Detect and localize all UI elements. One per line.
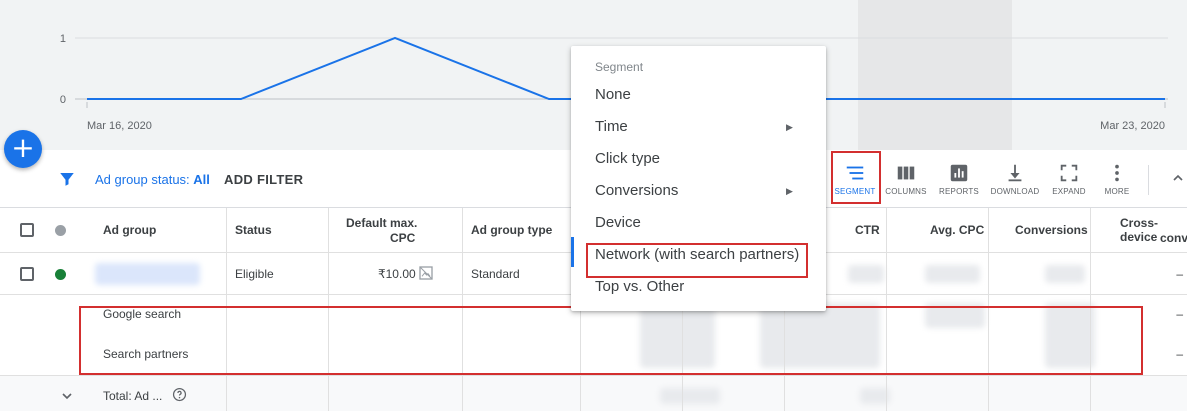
- menu-item-time[interactable]: Time: [595, 118, 628, 135]
- col-default-cpc-line1[interactable]: Default max.: [346, 216, 417, 230]
- total-row: Total: Ad ...: [0, 376, 1187, 411]
- expand-button[interactable]: EXPAND: [1043, 162, 1095, 196]
- more-label: MORE: [1104, 187, 1130, 196]
- total-redacted-1: [660, 388, 720, 404]
- x-tick-start: Mar 16, 2020: [87, 120, 152, 132]
- reports-icon: [950, 164, 968, 182]
- col-status[interactable]: Status: [235, 223, 272, 237]
- plus-icon: +: [11, 131, 35, 164]
- menu-item-top-vs-other[interactable]: Top vs. Other: [595, 278, 684, 295]
- filter-icon[interactable]: [58, 170, 76, 188]
- status-dot-enabled[interactable]: [55, 269, 66, 280]
- segment-2-cross-device: –: [1176, 347, 1183, 361]
- col-avg-cpc[interactable]: Avg. CPC: [930, 223, 984, 237]
- col-cross-device-line2[interactable]: conv.: [1160, 231, 1187, 245]
- status-header-dot: [55, 225, 66, 236]
- status-value: Eligible: [235, 267, 274, 281]
- download-label: DOWNLOAD: [990, 187, 1040, 196]
- more-vert-icon: [1115, 164, 1119, 182]
- menu-item-conversions[interactable]: Conversions: [595, 182, 678, 199]
- row-checkbox[interactable]: [20, 267, 34, 281]
- toolbar-divider: [1148, 165, 1149, 195]
- menu-item-click-type[interactable]: Click type: [595, 150, 660, 167]
- col-ctr[interactable]: CTR: [855, 223, 880, 237]
- help-icon[interactable]: [172, 387, 187, 402]
- col-ad-group[interactable]: Ad group: [103, 223, 156, 237]
- select-all-checkbox[interactable]: [20, 223, 34, 237]
- image-off-icon: [419, 266, 433, 280]
- cross-device-value: –: [1176, 267, 1183, 281]
- ad-group-name-redacted[interactable]: [95, 263, 200, 285]
- menu-item-none[interactable]: None: [595, 86, 631, 103]
- columns-button[interactable]: COLUMNS: [880, 162, 932, 196]
- default-cpc-value[interactable]: ₹10.00: [378, 267, 416, 281]
- network-segments-highlight-box: [79, 306, 1143, 375]
- active-item-indicator: [571, 237, 574, 267]
- submenu-arrow-icon: ▶: [786, 186, 793, 196]
- y-tick-0: 0: [60, 94, 66, 106]
- col-ad-group-type[interactable]: Ad group type: [471, 223, 552, 237]
- google-ads-ad-groups-view: 1 0 Mar 16, 2020 Mar 23, 2020 Ad group s…: [0, 0, 1187, 411]
- reports-button[interactable]: REPORTS: [933, 162, 985, 196]
- menu-heading: Segment: [595, 60, 644, 74]
- filter-status-value: All: [193, 172, 210, 187]
- expand-label: EXPAND: [1052, 187, 1086, 196]
- ad-group-type-value: Standard: [471, 267, 520, 281]
- add-filter-button[interactable]: ADD FILTER: [224, 172, 303, 187]
- network-item-highlight-box: [586, 243, 808, 278]
- col-default-cpc-line2[interactable]: CPC: [390, 231, 415, 245]
- chevron-up-icon[interactable]: [1170, 170, 1186, 186]
- columns-label: COLUMNS: [885, 187, 927, 196]
- conversions-redacted: [1045, 265, 1085, 283]
- menu-item-device[interactable]: Device: [595, 214, 641, 231]
- download-button[interactable]: DOWNLOAD: [989, 162, 1041, 196]
- x-tick-end: Mar 23, 2020: [1100, 120, 1165, 132]
- submenu-arrow-icon: ▶: [786, 122, 793, 132]
- segment-1-cross-device: –: [1176, 307, 1183, 321]
- more-button[interactable]: MORE: [1091, 162, 1143, 196]
- chevron-down-icon[interactable]: [59, 388, 75, 404]
- expand-icon: [1060, 164, 1078, 182]
- avg-cpc-redacted: [925, 265, 980, 283]
- y-tick-1: 1: [60, 33, 66, 45]
- reports-label: REPORTS: [939, 187, 979, 196]
- col-conversions[interactable]: Conversions: [1015, 223, 1088, 237]
- total-label: Total: Ad ...: [103, 389, 163, 403]
- filter-status-label: Ad group status:: [95, 172, 190, 187]
- columns-icon: [897, 166, 915, 180]
- ad-group-status-filter[interactable]: Ad group status: All: [95, 172, 210, 187]
- segment-highlight-box: [831, 151, 881, 204]
- add-fab-button[interactable]: +: [4, 130, 42, 168]
- ctr-redacted: [848, 265, 884, 283]
- download-icon: [1008, 164, 1022, 182]
